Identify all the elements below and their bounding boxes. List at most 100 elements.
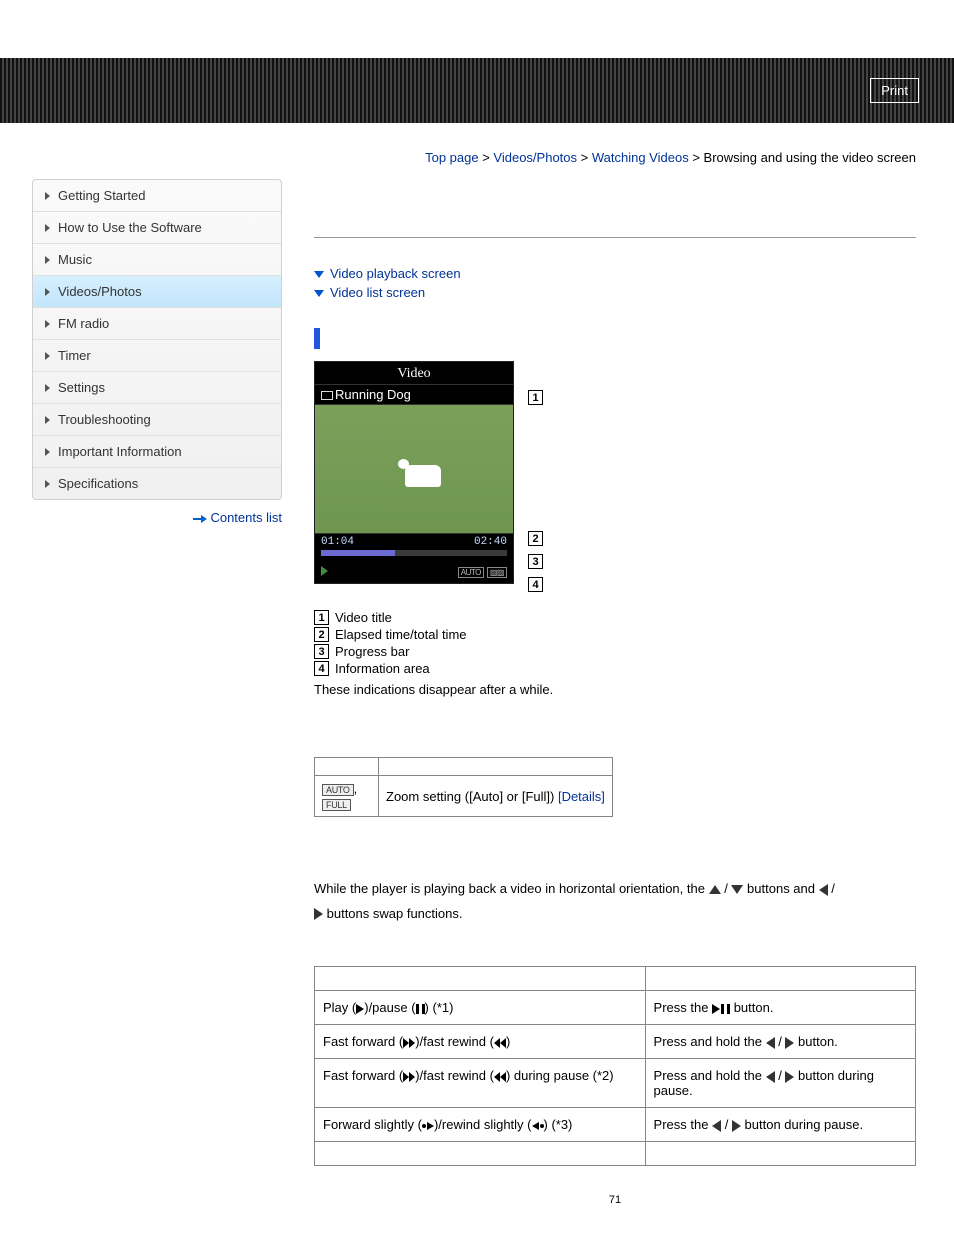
triangle-left-icon <box>766 1071 775 1083</box>
callout-3: 3 <box>528 554 543 569</box>
anchor-video-playback[interactable]: Video playback screen <box>314 266 916 281</box>
chevron-right-icon <box>45 192 50 200</box>
operations-table: Play ()/pause () (*1) Press the button. … <box>314 966 916 1166</box>
table-row: Fast forward ()/fast rewind () Press and… <box>315 1025 916 1059</box>
legend-tag-4: 4 <box>314 661 329 676</box>
nav-how-to-use[interactable]: How to Use the Software <box>33 212 281 244</box>
anchor-links: Video playback screen Video list screen <box>314 266 916 300</box>
op-how: Press and hold the / button. <box>645 1025 915 1059</box>
chevron-right-icon <box>45 224 50 232</box>
nav-label: Getting Started <box>58 188 145 203</box>
nav-label: Settings <box>58 380 105 395</box>
nav-label: Videos/Photos <box>58 284 142 299</box>
nav-label: Specifications <box>58 476 138 491</box>
hint-text: While the player is playing back a video… <box>314 877 916 926</box>
screen-progress <box>321 550 507 556</box>
legend-text: Information area <box>335 661 430 676</box>
badge-auto: AUTO <box>322 784 354 796</box>
chevron-right-icon <box>45 480 50 488</box>
step-back-icon <box>532 1122 544 1130</box>
nav-specifications[interactable]: Specifications <box>33 468 281 499</box>
icon-badge <box>321 391 333 400</box>
chevron-right-icon <box>45 416 50 424</box>
op-how: Press the button. <box>645 991 915 1025</box>
fast-forward-icon <box>403 1072 415 1082</box>
main-content: Video playback screen Video list screen … <box>282 179 954 1206</box>
legend-tag-2: 2 <box>314 627 329 642</box>
triangle-left-icon <box>819 884 828 896</box>
zoom-details-link[interactable]: [Details] <box>558 789 605 804</box>
legend: 1Video title 2Elapsed time/total time 3P… <box>314 610 916 676</box>
nav-settings[interactable]: Settings <box>33 372 281 404</box>
op-action: Fast forward ()/fast rewind () <box>315 1025 646 1059</box>
nav-list: Getting Started How to Use the Software … <box>32 179 282 500</box>
nav-label: How to Use the Software <box>58 220 202 235</box>
pause-icon <box>416 1004 425 1014</box>
nav-label: Music <box>58 252 92 267</box>
table-row: Fast forward ()/fast rewind () during pa… <box>315 1059 916 1108</box>
crumb-top[interactable]: Top page <box>425 150 479 165</box>
header-band: Print <box>0 58 954 123</box>
anchor-video-list[interactable]: Video list screen <box>314 285 916 300</box>
breadcrumb: Top page > Videos/Photos > Watching Vide… <box>0 123 954 165</box>
chevron-right-icon <box>45 288 50 296</box>
nav-fm-radio[interactable]: FM radio <box>33 308 281 340</box>
op-how: Press the / button during pause. <box>645 1108 915 1142</box>
screen-timebar: 01:0402:40 <box>315 534 513 550</box>
fast-rewind-icon <box>494 1072 506 1082</box>
dog-graphic <box>405 465 441 487</box>
op-action: Play ()/pause () (*1) <box>315 991 646 1025</box>
chevron-right-icon <box>45 384 50 392</box>
triangle-right-icon <box>314 908 323 920</box>
nav-music[interactable]: Music <box>33 244 281 276</box>
op-action: Fast forward ()/fast rewind () during pa… <box>315 1059 646 1108</box>
play-icon <box>321 566 328 576</box>
nav-label: FM radio <box>58 316 109 331</box>
screen-info-area: AUTO▨▨ <box>315 561 513 583</box>
callout-2: 2 <box>528 531 543 546</box>
arrow-right-icon <box>201 515 207 523</box>
legend-text: Elapsed time/total time <box>335 627 467 642</box>
triangle-down-icon <box>314 290 324 297</box>
nav-label: Troubleshooting <box>58 412 151 427</box>
chevron-right-icon <box>45 352 50 360</box>
zoom-desc-cell: Zoom setting ([Auto] or [Full]) [Details… <box>379 776 613 817</box>
triangle-left-icon <box>766 1037 775 1049</box>
triangle-down-icon <box>314 271 324 278</box>
device-screenshot: Video Running Dog 01:0402:40 AUTO▨▨ <box>314 361 514 584</box>
zoom-icons-cell: AUTO, FULL <box>315 776 379 817</box>
zoom-table: AUTO, FULL Zoom setting ([Auto] or [Full… <box>314 757 613 817</box>
nav-getting-started[interactable]: Getting Started <box>33 180 281 212</box>
page-number: 71 <box>314 1194 916 1206</box>
triangle-right-icon <box>732 1120 741 1132</box>
crumb-1[interactable]: Videos/Photos <box>493 150 577 165</box>
callout-1: 1 <box>528 390 543 405</box>
screen-badges: AUTO▨▨ <box>455 563 507 578</box>
nav-label: Important Information <box>58 444 182 459</box>
crumb-2[interactable]: Watching Videos <box>592 150 689 165</box>
contents-list-link[interactable]: Contents list <box>210 510 282 525</box>
table-row: Forward slightly ()/rewind slightly () (… <box>315 1108 916 1142</box>
nav-timer[interactable]: Timer <box>33 340 281 372</box>
legend-tag-1: 1 <box>314 610 329 625</box>
chevron-right-icon <box>45 256 50 264</box>
op-how: Press and hold the / button during pause… <box>645 1059 915 1108</box>
legend-note: These indications disappear after a whil… <box>314 682 916 697</box>
sidebar: Getting Started How to Use the Software … <box>32 179 282 525</box>
callout-4: 4 <box>528 577 543 592</box>
legend-text: Video title <box>335 610 392 625</box>
section-accent <box>314 328 320 349</box>
print-button[interactable]: Print <box>870 78 919 103</box>
triangle-left-icon <box>712 1120 721 1132</box>
nav-important-info[interactable]: Important Information <box>33 436 281 468</box>
op-action: Forward slightly ()/rewind slightly () (… <box>315 1108 646 1142</box>
step-forward-icon <box>422 1122 434 1130</box>
chevron-right-icon <box>45 448 50 456</box>
callout-column: 1 2 3 4 <box>528 361 546 592</box>
legend-text: Progress bar <box>335 644 409 659</box>
triangle-down-icon <box>731 885 743 894</box>
nav-troubleshooting[interactable]: Troubleshooting <box>33 404 281 436</box>
nav-videos-photos[interactable]: Videos/Photos <box>33 276 281 308</box>
screen-header: Video <box>315 362 513 385</box>
screen-video-area <box>315 404 513 534</box>
